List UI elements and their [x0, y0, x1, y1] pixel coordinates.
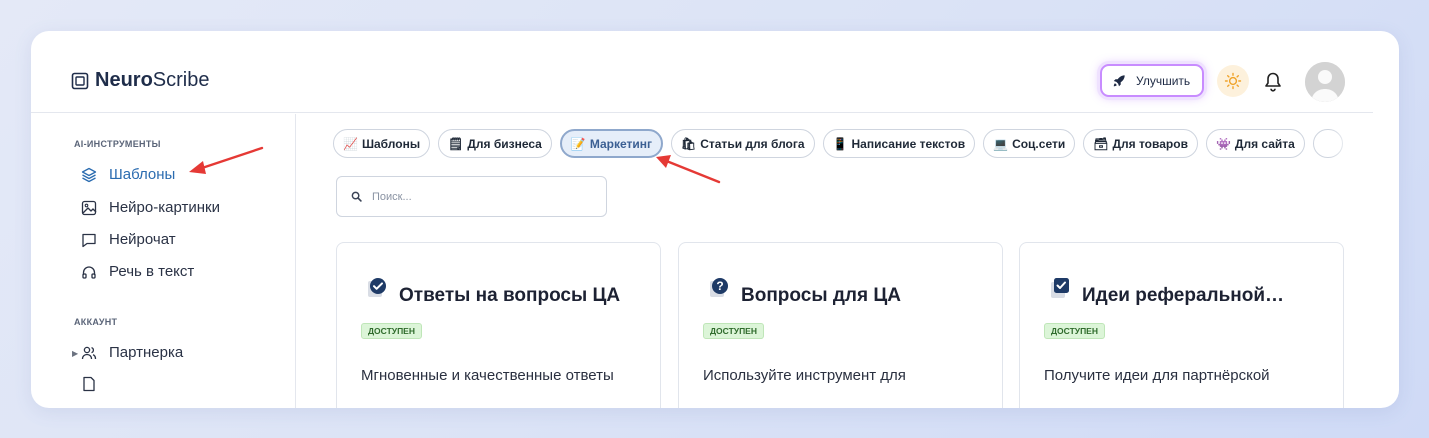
- annotation-arrow-templates: [189, 146, 721, 184]
